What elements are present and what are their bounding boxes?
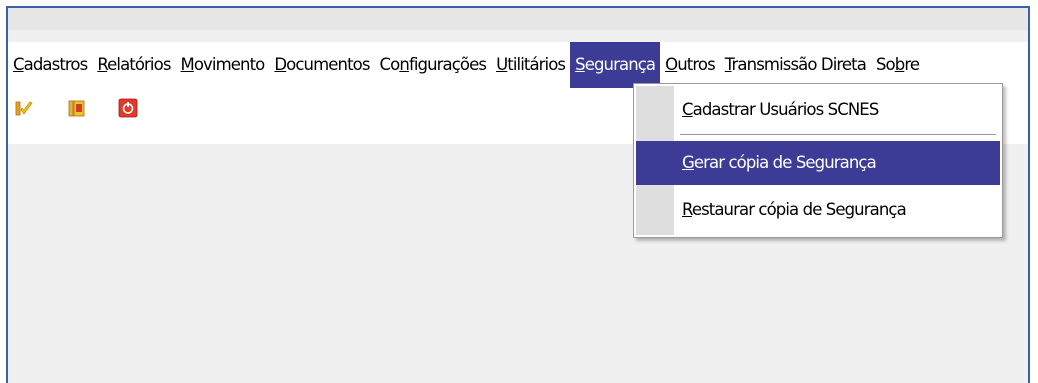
title-bar bbox=[8, 8, 1028, 30]
edit-icon[interactable] bbox=[14, 98, 34, 118]
menu-relatorios[interactable]: Relatórios bbox=[92, 42, 175, 88]
menu-seguranca[interactable]: Segurança bbox=[570, 42, 661, 88]
menu-documentos[interactable]: Documentos bbox=[269, 42, 374, 88]
seguranca-dropdown: Cadastrar Usuários SCNES Gerar cópia de … bbox=[633, 83, 1003, 238]
menu-outros[interactable]: Outros bbox=[660, 42, 720, 88]
power-icon[interactable] bbox=[118, 98, 138, 118]
menuitem-cadastrar-usuarios[interactable]: Cadastrar Usuários SCNES bbox=[636, 88, 1000, 132]
menu-transmissao-direta[interactable]: Transmissão Direta bbox=[720, 42, 871, 88]
dropdown-separator bbox=[680, 134, 996, 136]
menuitem-gerar-copia[interactable]: Gerar cópia de Segurança bbox=[636, 141, 1000, 185]
menu-utilitarios[interactable]: Utilitários bbox=[491, 42, 570, 88]
clipboard-icon[interactable] bbox=[66, 98, 86, 118]
menu-bar: Cadastros Relatórios Movimento Documento… bbox=[8, 42, 1028, 89]
menuitem-restaurar-copia[interactable]: Restaurar cópia de Segurança bbox=[636, 188, 1000, 232]
menu-movimento[interactable]: Movimento bbox=[176, 42, 270, 88]
menu-cadastros[interactable]: Cadastros bbox=[8, 42, 92, 88]
menu-sobre[interactable]: Sobre bbox=[871, 42, 924, 88]
menu-configuracoes[interactable]: Configurações bbox=[375, 42, 492, 88]
